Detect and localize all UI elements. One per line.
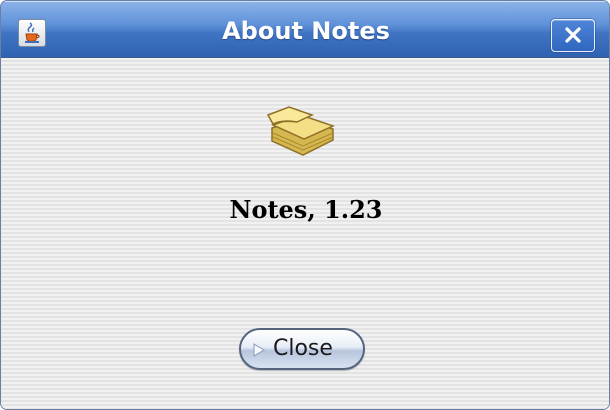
play-arrow-icon [253, 343, 265, 357]
title-bar[interactable]: About Notes [1, 1, 609, 58]
dialog-content: Notes, 1.23 Close [1, 58, 609, 409]
window-close-button[interactable] [551, 19, 595, 52]
java-coffee-cup-icon[interactable] [18, 19, 46, 47]
close-button[interactable]: Close [239, 328, 365, 370]
about-dialog: About Notes Notes, 1.23 Close [0, 0, 610, 410]
window-title: About Notes [222, 17, 390, 45]
notes-pad-icon [266, 106, 336, 156]
close-icon [565, 27, 581, 43]
version-label: Notes, 1.23 [229, 195, 383, 224]
close-button-label: Close [273, 336, 333, 361]
